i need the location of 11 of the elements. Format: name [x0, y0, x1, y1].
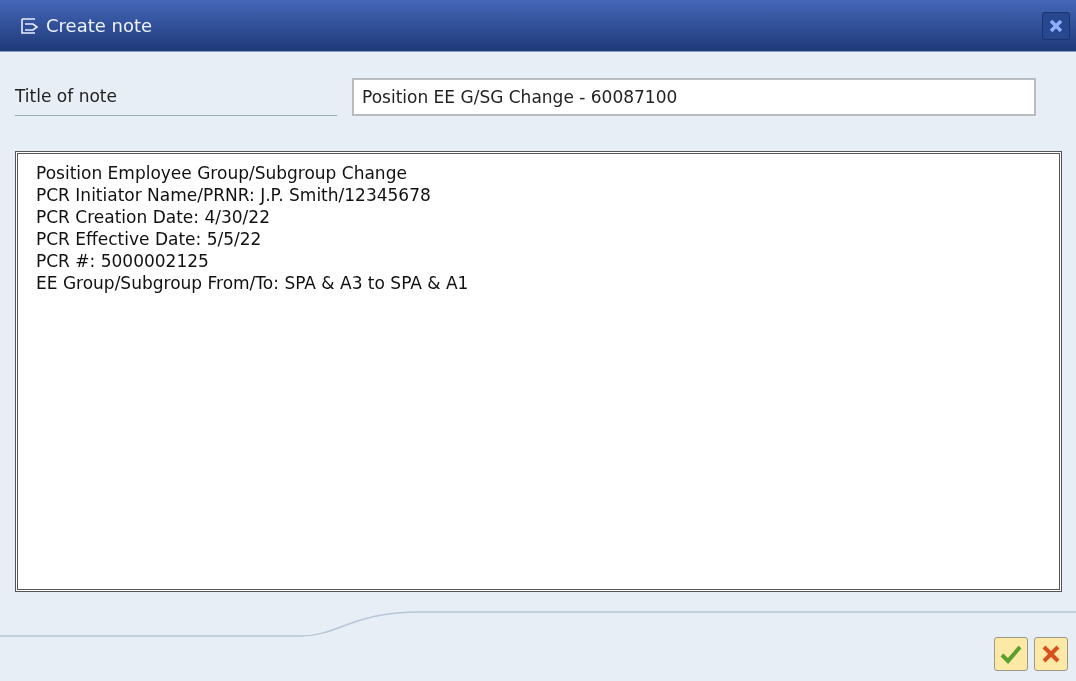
close-icon: [1048, 17, 1064, 34]
check-icon: [1000, 644, 1022, 664]
note-icon: [20, 16, 40, 35]
note-text-field[interactable]: Position Employee Group/Subgroup Change PCR Initiator Name/PRNR: J.P. Smith/12345678 PCR Creation Date: 4/30/22 PCR Effective Date: 5/5/22 PCR #: 5000002125 EE Group/Subgroup From/To: SPA & A3 to SPA & A1: [15, 151, 1062, 592]
field-label: Title of note: [15, 77, 337, 117]
title-input-field[interactable]: Position EE G/SG Change - 60087100: [352, 78, 1036, 116]
window-title: Create note: [46, 14, 153, 38]
cancel-icon: [1041, 644, 1061, 664]
close-button[interactable]: [1042, 11, 1070, 40]
confirm-button[interactable]: [994, 637, 1028, 671]
cancel-button[interactable]: [1034, 637, 1068, 671]
